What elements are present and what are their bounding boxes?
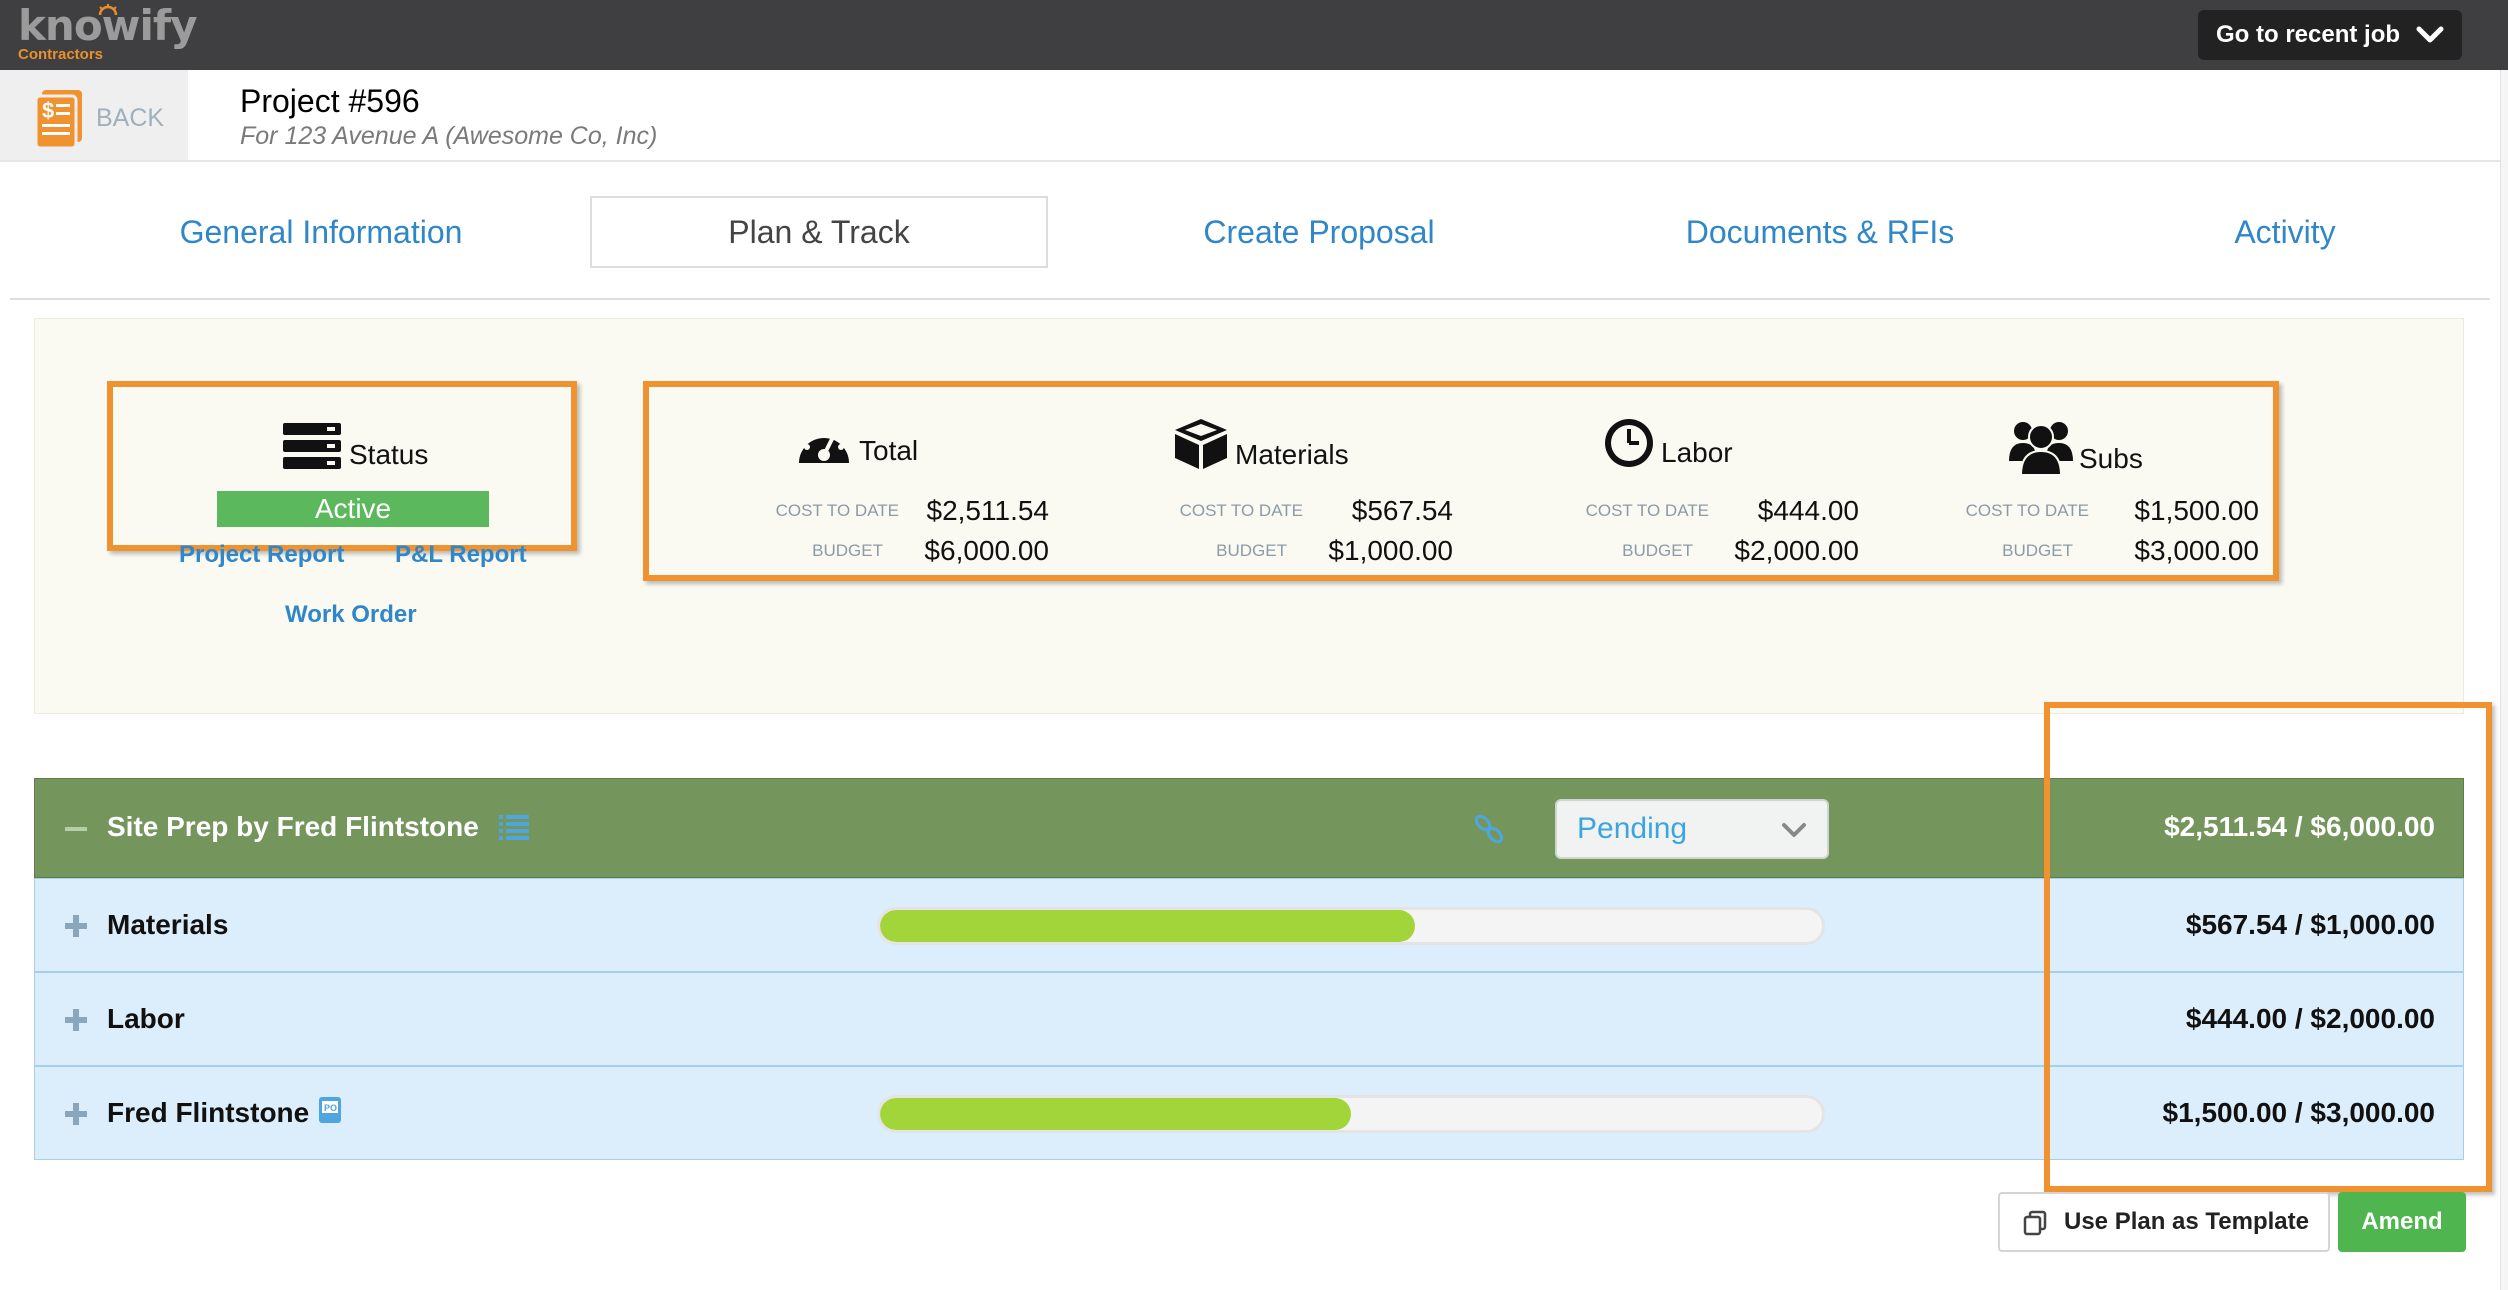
cost-label-total: Total: [859, 435, 919, 466]
total-budget: $6,000.00: [924, 535, 1049, 566]
box-icon: [1175, 419, 1227, 469]
cost-column-total: Total COST TO DATE $2,511.54 BUDGET $6,0…: [649, 387, 1049, 575]
status-badge: Active: [217, 491, 489, 527]
amend-button[interactable]: Amend: [2338, 1192, 2466, 1252]
expand-icon[interactable]: [63, 1101, 89, 1127]
total-cost-to-date: $2,511.54: [926, 495, 1050, 526]
use-template-label: Use Plan as Template: [2064, 1208, 2309, 1235]
plan-item-name: Labor: [107, 1003, 185, 1034]
list-icon[interactable]: [499, 812, 529, 842]
project-report-link[interactable]: Project Report: [179, 541, 344, 569]
cost-heading-materials: Materials: [1173, 417, 1349, 471]
project-summary-panel: Status Active Project Report P&L Report …: [34, 318, 2464, 714]
budget-label: BUDGET: [812, 541, 883, 560]
progress-fill: [880, 1098, 1351, 1130]
invoice-icon: $: [34, 90, 82, 150]
tab-plan-and-track[interactable]: Plan & Track: [590, 196, 1048, 268]
tab-activity[interactable]: Activity: [2160, 196, 2410, 268]
tab-documents-rfis[interactable]: Documents & RFIs: [1610, 196, 2030, 268]
subs-budget: $3,000.00: [2134, 535, 2259, 566]
cost-to-date-label: COST TO DATE: [775, 501, 899, 520]
cost-to-date-label: COST TO DATE: [1179, 501, 1303, 520]
plan-item-name: Materials: [107, 909, 229, 940]
back-button[interactable]: $ BACK: [0, 70, 188, 160]
dashboard-icon: [799, 425, 849, 463]
copy-icon: [2023, 1210, 2047, 1236]
materials-cost-to-date: $567.54: [1351, 495, 1453, 526]
top-bar: knowify Contractors Go to recent job: [0, 0, 2508, 70]
cost-label-labor: Labor: [1661, 437, 1733, 468]
collapse-icon[interactable]: [65, 827, 87, 831]
po-icon[interactable]: PO: [317, 1095, 343, 1125]
project-subtitle: For 123 Avenue A (Awesome Co, Inc): [240, 122, 658, 150]
project-tabs: General Information Plan & Track Create …: [10, 196, 2490, 300]
cost-to-date-label: COST TO DATE: [1585, 501, 1709, 520]
cost-column-subs: Subs COST TO DATE $1,500.00 BUDGET $3,00…: [1859, 387, 2269, 575]
plan-item-row[interactable]: Materials $567.54 / $1,000.00: [34, 878, 2464, 972]
plan-item-amount: $444.00 / $2,000.00: [2185, 1003, 2435, 1034]
scrollbar[interactable]: [2500, 70, 2508, 1290]
materials-progress-bar: [877, 907, 1825, 945]
phase-status-value: Pending: [1577, 812, 1688, 845]
chevron-down-icon: [1782, 823, 1806, 837]
subs-cost-to-date: $1,500.00: [2134, 495, 2259, 526]
phase-title: Site Prep by Fred Flintstone: [107, 811, 479, 842]
expand-icon[interactable]: [63, 913, 89, 939]
cost-summary-card: Total COST TO DATE $2,511.54 BUDGET $6,0…: [643, 381, 2279, 581]
project-header: $ BACK Project #596 For 123 Avenue A (Aw…: [0, 70, 2500, 162]
server-status-icon: [283, 423, 341, 469]
back-label: BACK: [96, 104, 165, 132]
tab-general-information[interactable]: General Information: [106, 196, 536, 268]
budget-label: BUDGET: [1622, 541, 1693, 560]
subs-progress-bar: [877, 1095, 1825, 1133]
cost-heading-subs: Subs: [2009, 417, 2143, 475]
knowify-logo[interactable]: knowify Contractors: [18, 4, 198, 64]
progress-fill: [880, 910, 1415, 942]
svg-text:PO: PO: [324, 1103, 337, 1113]
cost-heading-total: Total: [795, 417, 918, 467]
phase-status-select[interactable]: Pending: [1555, 799, 1829, 859]
phase-amount: $2,511.54 / $6,000.00: [2164, 811, 2435, 842]
clock-icon: [1605, 419, 1653, 467]
users-icon: [2009, 422, 2073, 475]
svg-text:$: $: [42, 98, 54, 123]
chevron-down-icon: [2416, 26, 2444, 43]
go-to-recent-job-button[interactable]: Go to recent job: [2198, 10, 2462, 60]
budget-label: BUDGET: [2002, 541, 2073, 560]
cost-column-labor: Labor COST TO DATE $444.00 BUDGET $2,000…: [1453, 387, 1859, 575]
pl-report-link[interactable]: P&L Report: [395, 541, 527, 569]
tab-create-proposal[interactable]: Create Proposal: [1106, 196, 1532, 268]
cost-column-materials: Materials COST TO DATE $567.54 BUDGET $1…: [1049, 387, 1453, 575]
plan-item-amount: $1,500.00 / $3,000.00: [2162, 1097, 2435, 1128]
use-plan-as-template-button[interactable]: Use Plan as Template: [1998, 1192, 2330, 1252]
plan-item-amount: $567.54 / $1,000.00: [2185, 909, 2435, 940]
work-order-link[interactable]: Work Order: [285, 601, 417, 629]
cost-label-subs: Subs: [2079, 443, 2143, 474]
phase-row[interactable]: Site Prep by Fred Flintstone Pending $2,…: [34, 778, 2464, 878]
budget-label: BUDGET: [1216, 541, 1287, 560]
labor-cost-to-date: $444.00: [1757, 495, 1859, 526]
logo-subtitle: Contractors: [18, 46, 104, 63]
materials-budget: $1,000.00: [1328, 535, 1453, 566]
project-title: Project #596: [240, 83, 420, 119]
recent-job-label: Go to recent job: [2216, 21, 2401, 48]
status-heading: Status: [283, 423, 428, 471]
logo-sun-icon: [98, 4, 118, 16]
plan-item-name: Fred Flintstone: [107, 1097, 310, 1128]
expand-icon[interactable]: [63, 1007, 89, 1033]
plan-item-row[interactable]: Fred Flintstone PO $1,500.00 / $3,000.00: [34, 1066, 2464, 1160]
cost-to-date-label: COST TO DATE: [1965, 501, 2089, 520]
labor-budget: $2,000.00: [1734, 535, 1859, 566]
plan-item-row[interactable]: Labor $444.00 / $2,000.00: [34, 972, 2464, 1066]
cost-label-materials: Materials: [1235, 439, 1349, 470]
link-icon[interactable]: [1471, 811, 1507, 847]
status-card: Status Active: [107, 381, 577, 551]
cost-heading-labor: Labor: [1603, 417, 1733, 469]
status-label: Status: [349, 439, 429, 470]
